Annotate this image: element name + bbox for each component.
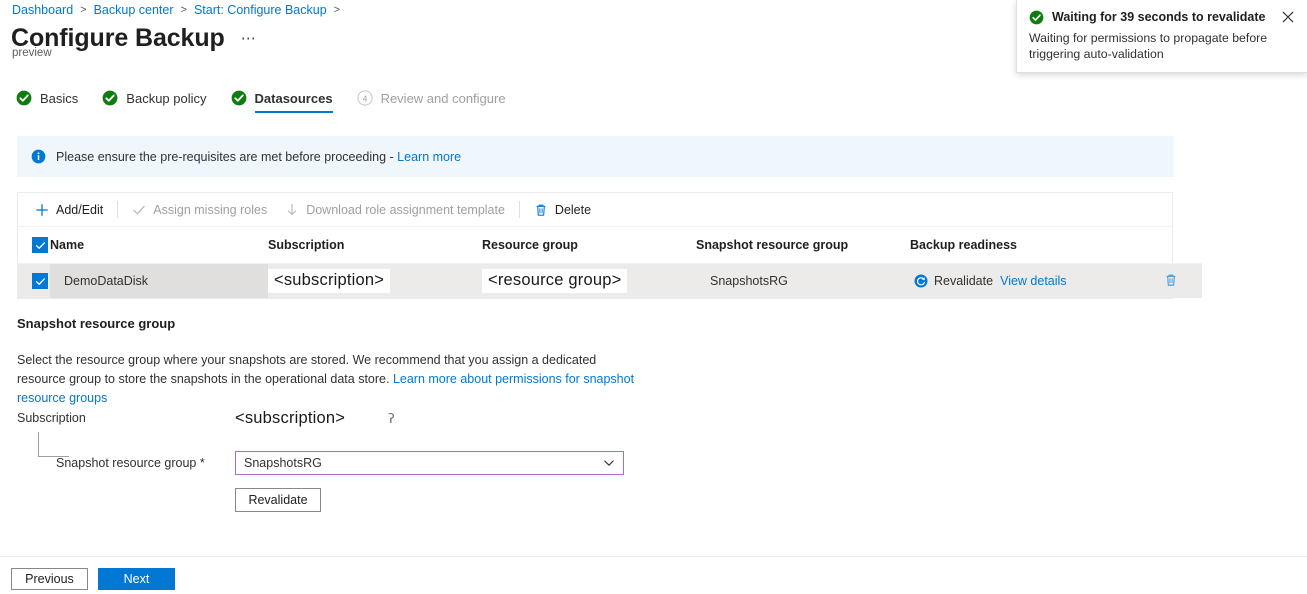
column-header-backup-readiness[interactable]: Backup readiness xyxy=(910,227,1140,264)
add-edit-button[interactable]: Add/Edit xyxy=(26,197,112,223)
footer-divider xyxy=(0,556,1307,557)
select-all-checkbox[interactable] xyxy=(32,237,48,253)
snapshot-resource-group-label: Snapshot resource group * xyxy=(17,456,235,470)
snapshot-description-line-2: to store the snapshots in the operationa… xyxy=(105,372,393,386)
cell-resource-group: <resource group> xyxy=(482,264,696,299)
preview-label: preview xyxy=(12,47,52,59)
revalidate-icon xyxy=(914,274,928,288)
toolbar-divider xyxy=(519,201,520,218)
check-icon xyxy=(132,203,146,217)
row-select-cell xyxy=(18,264,50,299)
prerequisites-info-banner: Please ensure the pre-requisites are met… xyxy=(17,136,1174,177)
download-role-assignment-template-button[interactable]: Download role assignment template xyxy=(276,197,514,223)
learn-more-link[interactable]: Learn more xyxy=(397,150,461,164)
snapshot-resource-group-dropdown[interactable]: SnapshotsRG xyxy=(235,451,624,475)
delete-row-button[interactable] xyxy=(1140,273,1202,290)
subscription-value: <subscription> xyxy=(235,409,345,428)
breadcrumb-separator-icon: > xyxy=(334,4,340,16)
datasources-panel: Add/Edit Assign missing roles Download r… xyxy=(17,192,1173,299)
toolbar-button-label: Download role assignment template xyxy=(306,203,505,217)
wizard-steps: Basics Backup policy Datasources 4 Revie… xyxy=(16,90,530,113)
breadcrumb-item-backup-center[interactable]: Backup center xyxy=(94,3,174,17)
datasource-name: DemoDataDisk xyxy=(50,274,148,288)
step-complete-check-icon xyxy=(102,90,118,106)
cell-row-delete xyxy=(1140,264,1202,299)
notification-toast: Waiting for 39 seconds to revalidate Wai… xyxy=(1016,0,1307,73)
success-check-icon xyxy=(1029,10,1044,25)
info-icon xyxy=(31,149,46,164)
toolbar-divider xyxy=(117,201,118,218)
backup-readiness-status: Revalidate View details xyxy=(910,274,1140,288)
assign-missing-roles-button[interactable]: Assign missing roles xyxy=(123,197,276,223)
download-arrow-icon xyxy=(285,203,299,217)
column-header-resource-group[interactable]: Resource group xyxy=(482,227,696,264)
snapshot-form: Subscription <subscription> ʔ Snapshot r… xyxy=(17,403,717,512)
notification-title: Waiting for 39 seconds to revalidate xyxy=(1052,9,1275,25)
column-header-actions xyxy=(1140,227,1202,264)
breadcrumb: Dashboard > Backup center > Start: Confi… xyxy=(12,0,347,20)
info-banner-message: Please ensure the pre-requisites are met… xyxy=(56,150,397,164)
step-complete-check-icon xyxy=(16,90,32,106)
more-options-icon[interactable]: ⋯ xyxy=(241,29,257,47)
delete-button[interactable]: Delete xyxy=(525,197,600,223)
wizard-step-label: Basics xyxy=(40,91,78,106)
chevron-down-icon xyxy=(603,457,615,469)
table-row[interactable]: DemoDataDisk <subscription> <resource gr… xyxy=(18,264,1202,299)
plus-icon xyxy=(35,203,49,217)
cell-subscription: <subscription> xyxy=(268,264,482,299)
snapshot-resource-group-value: SnapshotsRG xyxy=(696,274,788,288)
wizard-step-review-and-configure[interactable]: 4 Review and configure xyxy=(357,90,506,113)
wizard-step-label: Review and configure xyxy=(381,91,506,106)
cell-backup-readiness: Revalidate View details xyxy=(910,264,1140,299)
snapshot-resource-group-field-row: Snapshot resource group * SnapshotsRG xyxy=(17,448,717,478)
step-number-icon: 4 xyxy=(357,90,373,106)
toolbar-button-label: Add/Edit xyxy=(56,203,103,217)
svg-text:4: 4 xyxy=(362,93,367,103)
wizard-step-basics[interactable]: Basics xyxy=(16,90,78,113)
trash-icon xyxy=(1164,273,1178,290)
view-details-link[interactable]: View details xyxy=(1000,274,1066,288)
toolbar-button-label: Assign missing roles xyxy=(153,203,267,217)
wizard-step-datasources[interactable]: Datasources xyxy=(231,90,333,113)
previous-button[interactable]: Previous xyxy=(11,568,88,590)
revalidate-label: Revalidate xyxy=(934,274,993,288)
step-complete-check-icon xyxy=(231,90,247,106)
subscription-value: <subscription> xyxy=(268,269,390,293)
toolbar-button-label: Delete xyxy=(555,203,591,217)
next-button[interactable]: Next xyxy=(98,568,175,590)
trash-icon xyxy=(534,203,548,217)
wizard-step-label: Datasources xyxy=(255,91,333,106)
close-icon[interactable] xyxy=(1281,10,1295,24)
info-banner-text: Please ensure the pre-requisites are met… xyxy=(56,150,461,164)
table-header-row: Name Subscription Resource group Snapsho… xyxy=(18,227,1202,264)
subscription-label: Subscription xyxy=(17,411,235,425)
subscription-field-row: Subscription <subscription> ʔ xyxy=(17,403,717,433)
revalidate-button[interactable]: Revalidate xyxy=(235,488,321,512)
cell-snapshot-resource-group: SnapshotsRG xyxy=(696,264,910,299)
snapshot-resource-group-selected-value: SnapshotsRG xyxy=(244,456,603,470)
column-header-subscription[interactable]: Subscription xyxy=(268,227,482,264)
column-header-name[interactable]: Name xyxy=(50,227,268,264)
snapshot-section-description: Select the resource group where your sna… xyxy=(17,351,637,408)
resource-group-value: <resource group> xyxy=(482,269,627,293)
redaction-artifact-glyph: ʔ xyxy=(388,412,395,427)
wizard-step-label: Backup policy xyxy=(126,91,206,106)
notification-body: Waiting for permissions to propagate bef… xyxy=(1029,30,1295,62)
breadcrumb-separator-icon: > xyxy=(80,4,86,16)
footer-actions: Previous Next xyxy=(11,568,175,590)
column-header-snapshot-resource-group[interactable]: Snapshot resource group xyxy=(696,227,910,264)
breadcrumb-item-start-configure-backup[interactable]: Start: Configure Backup xyxy=(194,3,327,17)
row-checkbox[interactable] xyxy=(32,273,48,289)
cell-name: DemoDataDisk xyxy=(50,264,268,299)
notification-header: Waiting for 39 seconds to revalidate xyxy=(1029,9,1295,25)
snapshot-section-title: Snapshot resource group xyxy=(17,316,175,331)
datasources-toolbar: Add/Edit Assign missing roles Download r… xyxy=(18,193,1172,227)
wizard-step-backup-policy[interactable]: Backup policy xyxy=(102,90,206,113)
breadcrumb-item-dashboard[interactable]: Dashboard xyxy=(12,3,73,17)
select-all-header xyxy=(18,227,50,264)
breadcrumb-separator-icon: > xyxy=(181,4,187,16)
datasources-table: Name Subscription Resource group Snapsho… xyxy=(18,227,1202,298)
